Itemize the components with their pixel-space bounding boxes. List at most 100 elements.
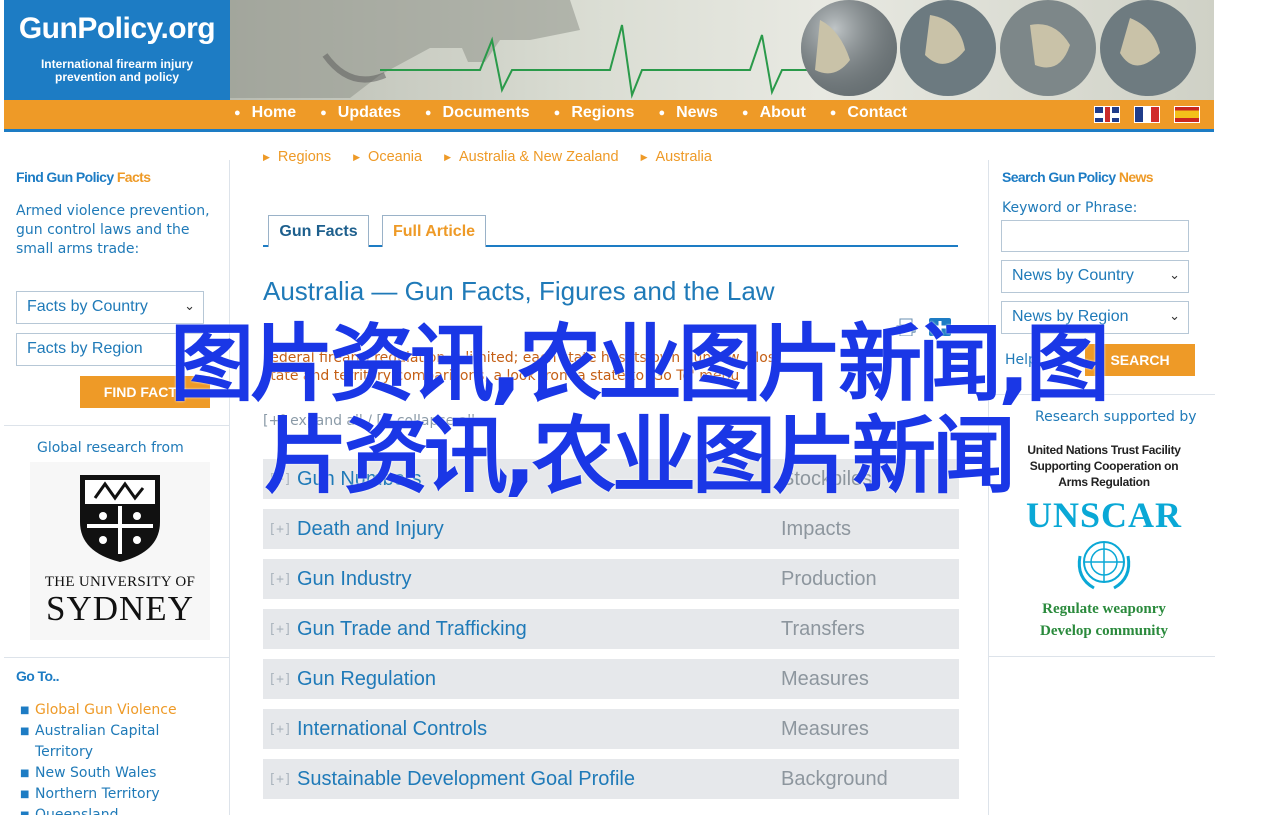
help-link[interactable]: Help: [1005, 351, 1037, 370]
spain-flag-icon[interactable]: [1174, 106, 1200, 123]
news-region-select[interactable]: News by Region ⌄: [1001, 301, 1189, 334]
chevron-down-icon: ⌄: [1169, 267, 1180, 282]
chevron-down-icon: ⌄: [1169, 308, 1180, 323]
chevron-down-icon: ⌄: [184, 298, 195, 313]
facts-row-label: Gun Trade and Trafficking: [297, 617, 527, 640]
nav-updates[interactable]: ● Updates: [320, 104, 401, 122]
logo-tagline: International firearm injury prevention …: [4, 58, 230, 84]
print-icon[interactable]: [895, 318, 917, 336]
intro-text: Federal firearm regulation is limited; e…: [263, 350, 781, 384]
right-sidebar: Search Gun Policy News Keyword or Phrase…: [988, 160, 1215, 815]
expand-icon[interactable]: [+]: [263, 772, 297, 787]
expand-icon[interactable]: [+]: [263, 672, 297, 687]
goto-item-label: New South Wales: [35, 765, 157, 781]
logo-name: GunPolicy.org: [18, 12, 216, 45]
facts-row-gun-numbers[interactable]: [+] Gun Numbers Stockpiles: [263, 459, 959, 499]
logo-tagline-line2: prevention and policy: [54, 70, 180, 84]
facts-row-category: Background: [781, 767, 888, 790]
find-facts-button[interactable]: FIND FACTS: [80, 376, 210, 408]
unscar-wordmark: UNSCAR: [1025, 495, 1182, 535]
facts-row-gun-regulation[interactable]: [+] Gun Regulation Measures: [263, 659, 959, 699]
facts-country-select[interactable]: Facts by Country ⌄: [16, 291, 204, 324]
bullet-icon: ■: [20, 705, 30, 716]
facts-list: [+] Gun Numbers Stockpiles [+] Death and…: [263, 459, 959, 809]
facts-row-sdg-profile[interactable]: [+] Sustainable Development Goal Profile…: [263, 759, 959, 799]
news-country-select[interactable]: News by Country ⌄: [1001, 260, 1189, 293]
facts-region-select[interactable]: Facts by Region ⌄: [16, 333, 204, 366]
goto-item-nt[interactable]: ■ Northern Territory: [20, 784, 220, 805]
nav-home-label: Home: [251, 104, 297, 121]
expand-icon[interactable]: [+]: [263, 472, 297, 487]
breadcrumb-regions[interactable]: ▶ Regions: [263, 149, 331, 165]
un-emblem-icon: [1077, 541, 1131, 590]
tab-gun-facts[interactable]: Gun Facts: [268, 215, 369, 247]
facts-row-label: Gun Industry: [297, 567, 412, 590]
facts-row-gun-trade[interactable]: [+] Gun Trade and Trafficking Transfers: [263, 609, 959, 649]
breadcrumb-label: Regions: [277, 149, 332, 165]
nav-contact[interactable]: ● Contact: [830, 104, 907, 122]
goto-item-label: Northern Territory: [35, 786, 160, 802]
goto-item-global-gun-violence[interactable]: ■ Global Gun Violence: [20, 700, 220, 721]
search-button[interactable]: SEARCH: [1085, 344, 1195, 376]
expand-icon[interactable]: [+]: [263, 572, 297, 587]
facts-row-gun-industry[interactable]: [+] Gun Industry Production: [263, 559, 959, 599]
nav-news[interactable]: ● News: [658, 104, 717, 122]
nav-updates-label: Updates: [337, 104, 401, 121]
nav-about[interactable]: ● About: [742, 104, 806, 122]
share-plus-icon[interactable]: [929, 318, 951, 336]
facts-row-category: Stockpiles: [781, 467, 873, 490]
goto-item-qld[interactable]: ■Queensland: [20, 805, 220, 815]
breadcrumb-oceania[interactable]: ▶ Oceania: [353, 149, 422, 165]
facts-row-category: Production: [781, 567, 877, 590]
uk-flag-icon[interactable]: [1094, 106, 1120, 123]
expand-icon[interactable]: [+]: [263, 622, 297, 637]
facts-row-label: Sustainable Development Goal Profile: [297, 767, 635, 790]
nav-bullet-icon: ●: [320, 107, 327, 119]
facts-row-label: Gun Numbers: [297, 467, 422, 490]
keyword-label: Keyword or Phrase:: [1002, 200, 1138, 216]
goto-item-act[interactable]: ■ Australian Capital Territory: [20, 721, 220, 763]
globes-icon: [801, 0, 1196, 96]
news-country-select-value: News by Country: [1012, 267, 1134, 284]
nav-about-label: About: [759, 104, 806, 121]
main-content: ▶ Regions ▶ Oceania ▶ Australia & New Zeala…: [231, 132, 987, 815]
keyword-input[interactable]: [1001, 220, 1189, 252]
page-tools: [895, 318, 951, 336]
nav-regions-label: Regions: [571, 104, 635, 121]
pistol-silhouette: [230, 0, 580, 98]
find-facts-title-main: Find Gun Policy: [16, 169, 117, 185]
nav-bullet-icon: ●: [658, 107, 666, 119]
chevron-down-icon: ⌄: [184, 340, 195, 355]
expand-collapse-all[interactable]: [+] expand all / [-] collapse all: [263, 413, 475, 429]
facts-country-select-value: Facts by Country: [27, 298, 148, 315]
nav-bullet-icon: ●: [424, 107, 432, 119]
facts-row-category: Transfers: [781, 617, 865, 640]
expand-icon[interactable]: [+]: [263, 722, 297, 737]
nav-home[interactable]: ● Home: [234, 104, 296, 122]
unscar-logo[interactable]: United Nations Trust Facility Supporting…: [1009, 442, 1199, 640]
goto-item-label: Australian Capital Territory: [35, 723, 160, 760]
left-sidebar: Find Gun Policy Facts Armed violence pre…: [4, 160, 230, 815]
expand-icon[interactable]: [+]: [263, 522, 297, 537]
facts-row-international-controls[interactable]: [+] International Controls Measures: [263, 709, 959, 749]
search-news-title-main: Search Gun Policy: [1002, 169, 1119, 185]
breadcrumb-australia[interactable]: ▶ Australia: [641, 149, 712, 165]
nav-regions[interactable]: ● Regions: [554, 104, 635, 122]
goto-item-nsw[interactable]: ■ New South Wales: [20, 763, 220, 784]
tab-full-article[interactable]: Full Article: [382, 215, 486, 247]
site-logo[interactable]: GunPolicy.org International firearm inju…: [4, 0, 230, 100]
breadcrumb: ▶ Regions ▶ Oceania ▶ Australia & New Zeala…: [263, 149, 734, 165]
university-of-sydney-logo[interactable]: THE UNIVERSITY OF SYDNEY: [30, 462, 210, 640]
goto-title: Go To..: [16, 668, 60, 684]
facts-row-label: Death and Injury: [297, 517, 444, 540]
facts-row-death-injury[interactable]: [+] Death and Injury Impacts: [263, 509, 959, 549]
page-title: Australia — Gun Facts, Figures and the L…: [263, 276, 775, 306]
news-region-select-value: News by Region: [1012, 308, 1129, 325]
divider: [989, 394, 1215, 395]
breadcrumb-australia-nz[interactable]: ▶ Australia & New Zealand: [444, 149, 619, 165]
search-news-title-accent: News: [1118, 169, 1154, 185]
france-flag-icon[interactable]: [1134, 106, 1160, 123]
facts-region-select-value: Facts by Region: [27, 340, 143, 357]
divider: [4, 657, 230, 658]
nav-documents[interactable]: ● Documents: [425, 104, 530, 122]
